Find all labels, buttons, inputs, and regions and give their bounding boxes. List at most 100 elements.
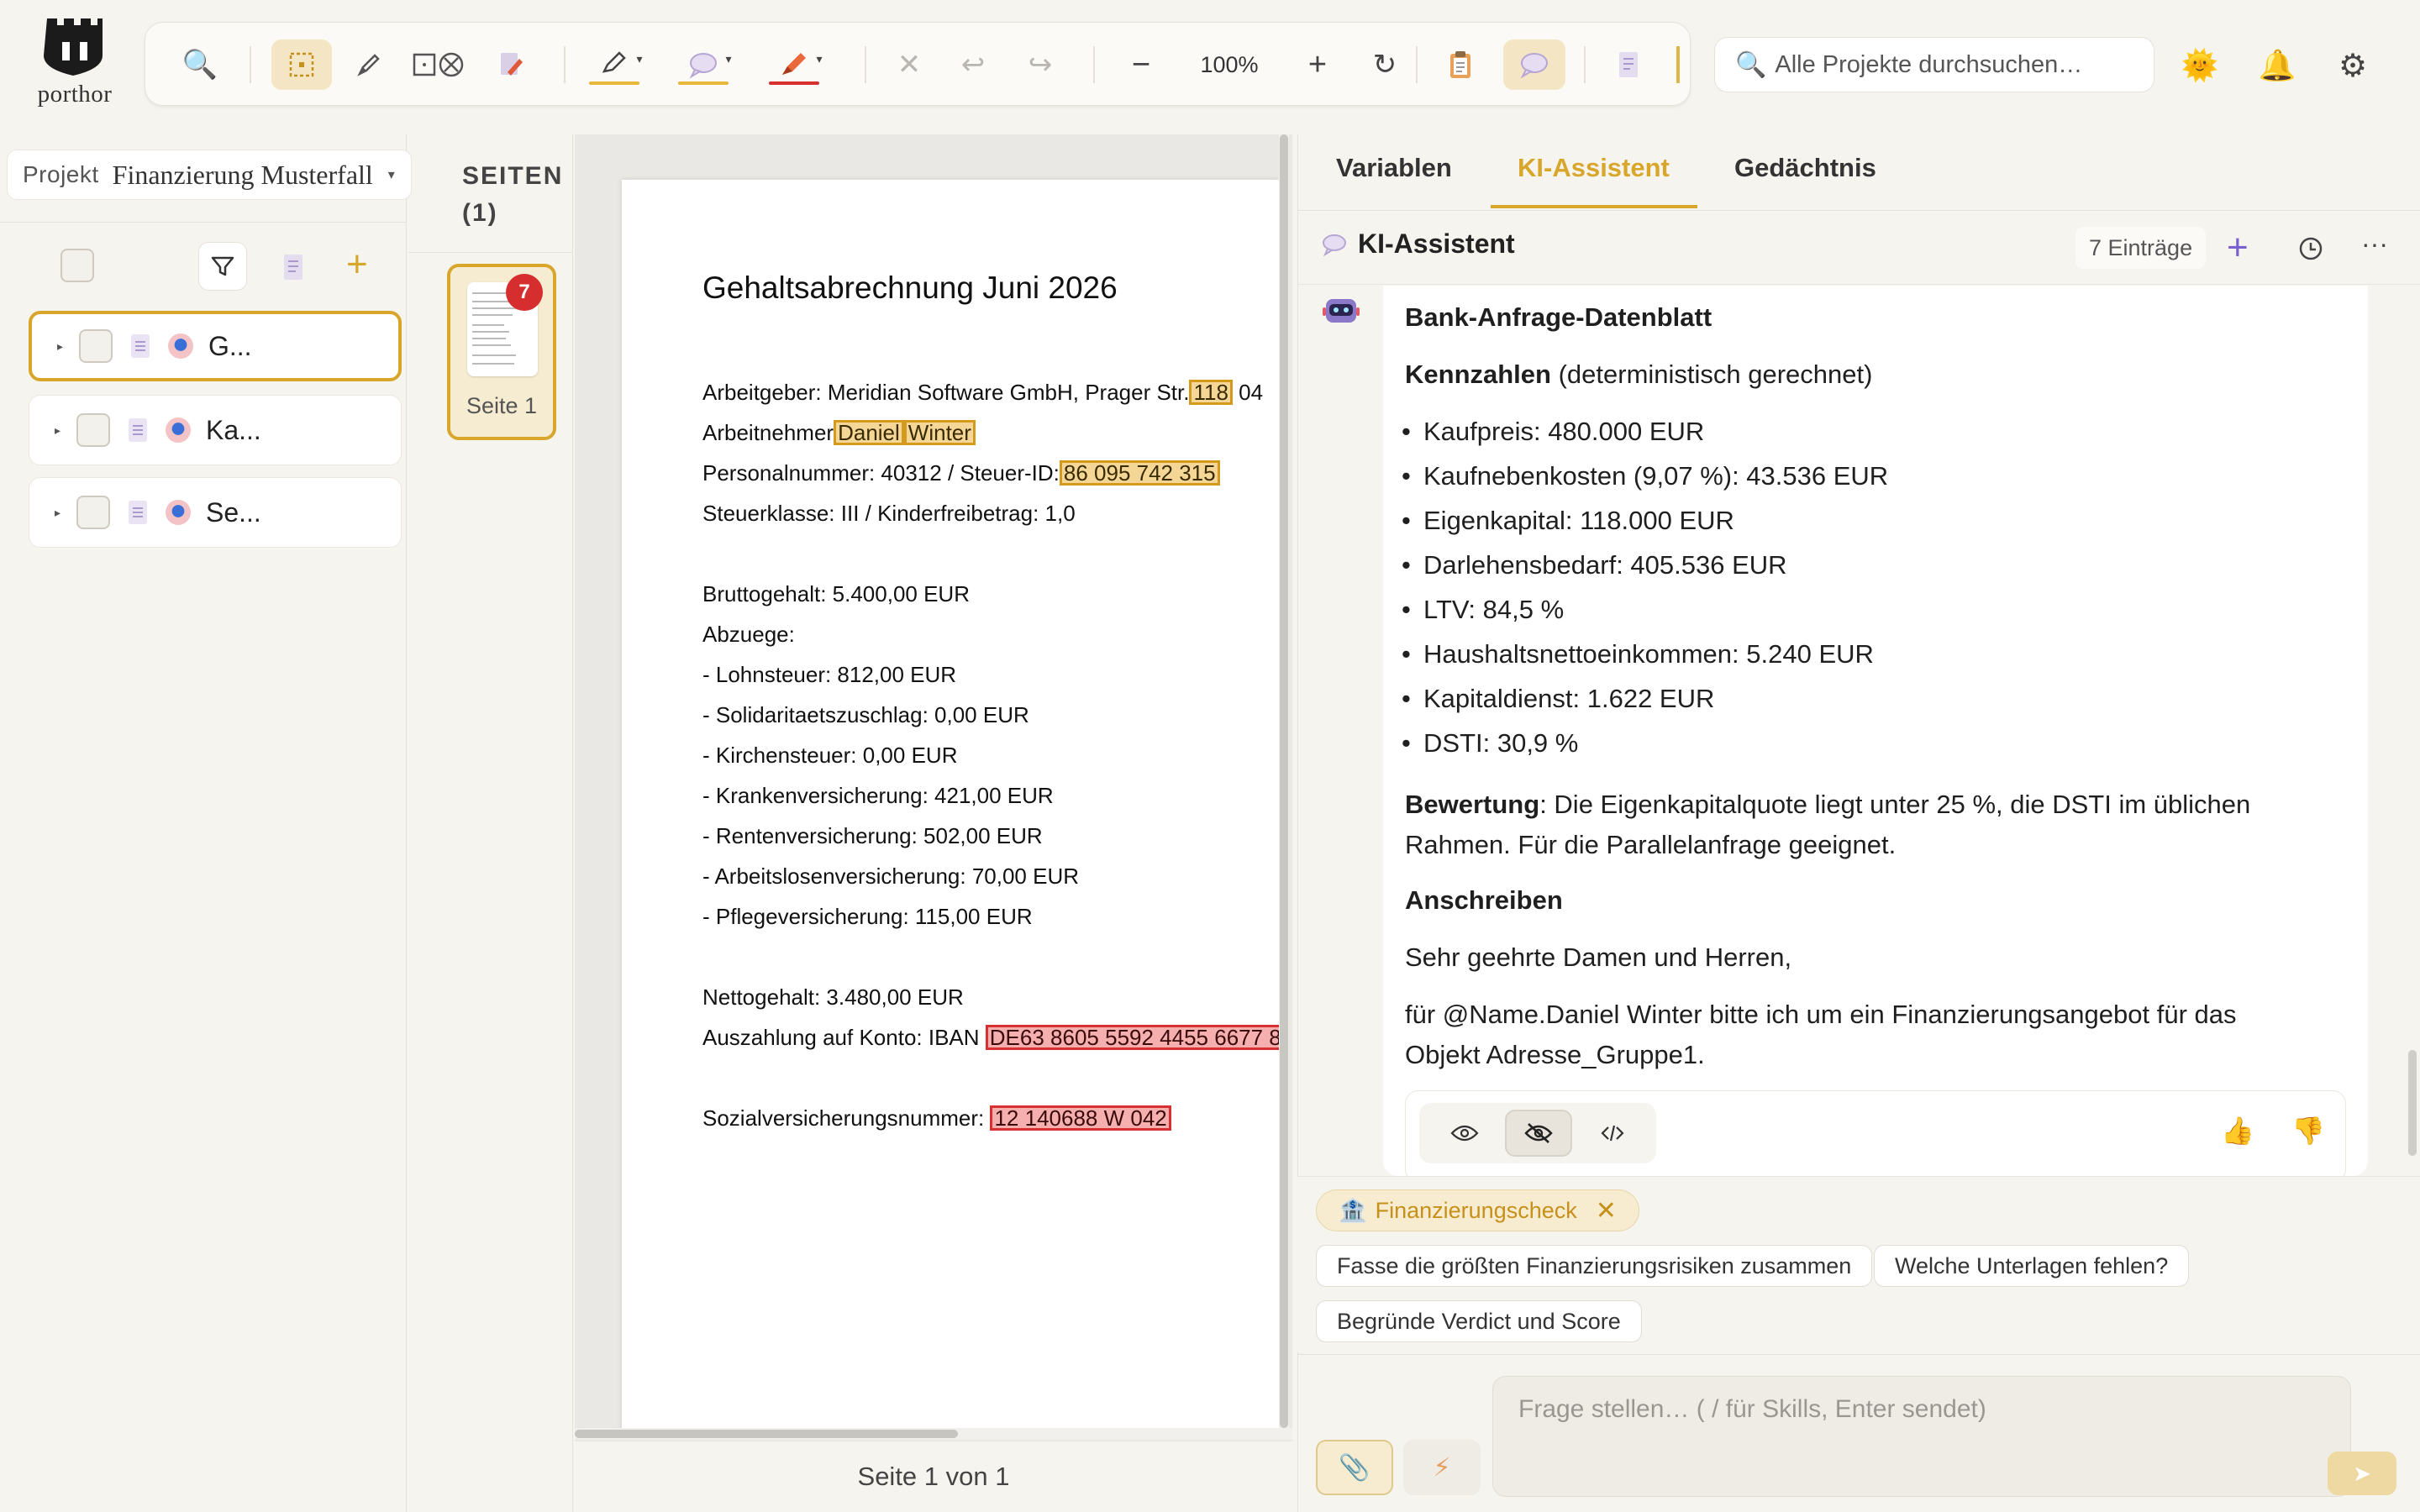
page-thumbnail[interactable]: 7 Seite 1: [447, 264, 556, 440]
more-options-button[interactable]: ···: [2361, 228, 2388, 260]
edit-document-button[interactable]: [481, 39, 540, 90]
letter-heading: Anschreiben: [1405, 885, 1563, 915]
new-chat-button[interactable]: +: [2227, 227, 2249, 269]
viewer-horizontal-scrollbar[interactable]: [575, 1428, 1292, 1440]
suggestion-chip[interactable]: Begründe Verdict und Score: [1316, 1300, 1642, 1342]
toolbar-divider: [1416, 46, 1418, 83]
redact-marker-button[interactable]: ▾: [762, 39, 838, 90]
chevron-down-icon: ▾: [816, 51, 823, 66]
view-rendered-button[interactable]: [1431, 1110, 1498, 1157]
rotate-icon: ↻: [1372, 49, 1397, 81]
tab-ai-assistant[interactable]: KI-Assistent: [1518, 153, 1670, 183]
redaction-ssn[interactable]: 12 140688 W 042: [990, 1105, 1171, 1131]
document-item[interactable]: ▸ G...: [29, 311, 402, 381]
assistant-header: KI-Assistent: [1321, 228, 1515, 260]
search-input[interactable]: [1775, 50, 2145, 79]
personal-number-line: Personalnummer: 40312 / Steuer-ID: 86 095…: [702, 460, 1220, 486]
viewer-vertical-scrollbar[interactable]: [1279, 134, 1289, 1428]
comments-toggle-button[interactable]: [1503, 39, 1565, 90]
settings-button[interactable]: ⚙: [2328, 40, 2378, 91]
send-button[interactable]: ➤: [2328, 1452, 2396, 1495]
search-tool-button[interactable]: 🔍: [171, 39, 229, 90]
highlight-tax-id[interactable]: 86 095 742 315: [1059, 460, 1220, 486]
project-selector[interactable]: Projekt Finanzierung Musterfall ▾: [7, 150, 412, 200]
clear-button[interactable]: ✕: [880, 39, 939, 90]
thumbs-up-button[interactable]: 👍: [2221, 1115, 2254, 1147]
remove-skill-icon[interactable]: ✕: [1596, 1196, 1617, 1226]
tab-variables[interactable]: Variablen: [1336, 153, 1452, 183]
theme-toggle-button[interactable]: 🌞: [2175, 40, 2225, 91]
speech-bubble-icon: [690, 53, 718, 79]
highlighter-yellow-button[interactable]: ▾: [582, 39, 658, 90]
document-item[interactable]: ▸ Se...: [29, 477, 402, 548]
select-tool-button[interactable]: [271, 39, 332, 90]
eye-icon: [1450, 1125, 1479, 1142]
plus-icon: +: [346, 244, 368, 285]
highlight-address[interactable]: 118: [1189, 380, 1233, 405]
search-icon: 🔍: [1735, 50, 1767, 79]
view-source-button[interactable]: [1579, 1110, 1646, 1157]
undo-button[interactable]: ↩: [944, 39, 1002, 90]
clipboard-button[interactable]: [1431, 39, 1490, 90]
draw-tool-button[interactable]: [339, 39, 399, 90]
document-item[interactable]: ▸ Ka...: [29, 395, 402, 465]
color-indicator: [769, 81, 819, 85]
redact-box-tool-button[interactable]: [406, 39, 473, 90]
history-button[interactable]: [2297, 235, 2324, 266]
paperclip-icon: 📎: [1339, 1453, 1370, 1482]
color-indicator: [589, 81, 639, 85]
redaction-iban[interactable]: DE63 8605 5592 4455 6677 8: [985, 1025, 1279, 1050]
message-heading: Bank-Anfrage-Datenblatt: [1405, 302, 1712, 332]
deduction-line: - Lohnsteuer: 812,00 EUR: [702, 662, 957, 687]
select-all-checkbox[interactable]: [60, 249, 94, 282]
document-view-button[interactable]: [1599, 39, 1658, 90]
gross-salary-line: Bruttogehalt: 5.400,00 EUR: [702, 581, 970, 606]
filter-button[interactable]: [198, 242, 247, 291]
reset-zoom-button[interactable]: ↻: [1355, 39, 1414, 90]
global-search[interactable]: 🔍: [1714, 37, 2154, 92]
marker-icon: [782, 53, 807, 75]
filter-icon: [211, 256, 234, 276]
lightning-icon: ⚡: [1433, 1453, 1451, 1482]
active-skill-chip[interactable]: 🏦 Finanzierungscheck ✕: [1316, 1189, 1639, 1231]
attach-button[interactable]: 📎: [1316, 1440, 1393, 1495]
chevron-down-icon: ▾: [636, 51, 643, 66]
redo-button[interactable]: ↪: [1011, 39, 1070, 90]
employer-line: Arbeitgeber: Meridian Software GmbH, Pra…: [702, 380, 1264, 405]
document-checkbox[interactable]: [76, 496, 110, 529]
zoom-in-button[interactable]: +: [1288, 39, 1347, 90]
view-mode-toggle: [1419, 1103, 1656, 1163]
document-checkbox[interactable]: [76, 413, 110, 447]
highlight-last-name[interactable]: Winter: [903, 420, 976, 445]
notes-button[interactable]: [281, 252, 306, 282]
entries-count: 7 Einträge: [2075, 227, 2207, 269]
comment-color-button[interactable]: ▾: [671, 39, 747, 90]
notifications-button[interactable]: 🔔: [2252, 40, 2302, 91]
zoom-out-button[interactable]: −: [1112, 39, 1171, 90]
document-checkbox[interactable]: [79, 329, 113, 363]
tab-memory[interactable]: Gedächtnis: [1734, 153, 1876, 183]
chat-scrollbar[interactable]: [2408, 1050, 2417, 1156]
select-box-icon: [289, 52, 314, 77]
magnifier-icon: 🔍: [182, 49, 218, 81]
view-masked-button[interactable]: [1505, 1110, 1572, 1157]
robot-icon: [1323, 299, 1360, 323]
expand-triangle-icon[interactable]: ▸: [57, 339, 79, 354]
app-logo[interactable]: porthor: [20, 15, 129, 123]
deduction-line: - Rentenversicherung: 502,00 EUR: [702, 823, 1043, 848]
suggestion-chip[interactable]: Fasse die größten Finanzierungsrisiken z…: [1316, 1245, 1873, 1287]
highlight-first-name[interactable]: Daniel: [834, 420, 904, 445]
suggestion-chip[interactable]: Welche Unterlagen fehlen?: [1874, 1245, 2190, 1287]
skills-button[interactable]: ⚡: [1403, 1440, 1481, 1495]
document-page[interactable]: Gehaltsabrechnung Juni 2026 Arbeitgeber:…: [622, 180, 1279, 1431]
document-icon: [131, 334, 150, 358]
chat-input[interactable]: [1492, 1376, 2351, 1497]
deduction-line: - Kirchensteuer: 0,00 EUR: [702, 743, 958, 768]
expand-triangle-icon[interactable]: ▸: [55, 506, 76, 520]
expand-triangle-icon[interactable]: ▸: [55, 423, 76, 438]
thumbs-down-button[interactable]: 👎: [2291, 1115, 2325, 1147]
assistant-message: Bank-Anfrage-Datenblatt Kennzahlen (dete…: [1383, 286, 2368, 1176]
kpi-item: Kapitaldienst: 1.622 EUR: [1402, 684, 1714, 714]
add-document-button[interactable]: +: [346, 244, 368, 286]
chevron-down-icon: ▾: [387, 168, 395, 182]
